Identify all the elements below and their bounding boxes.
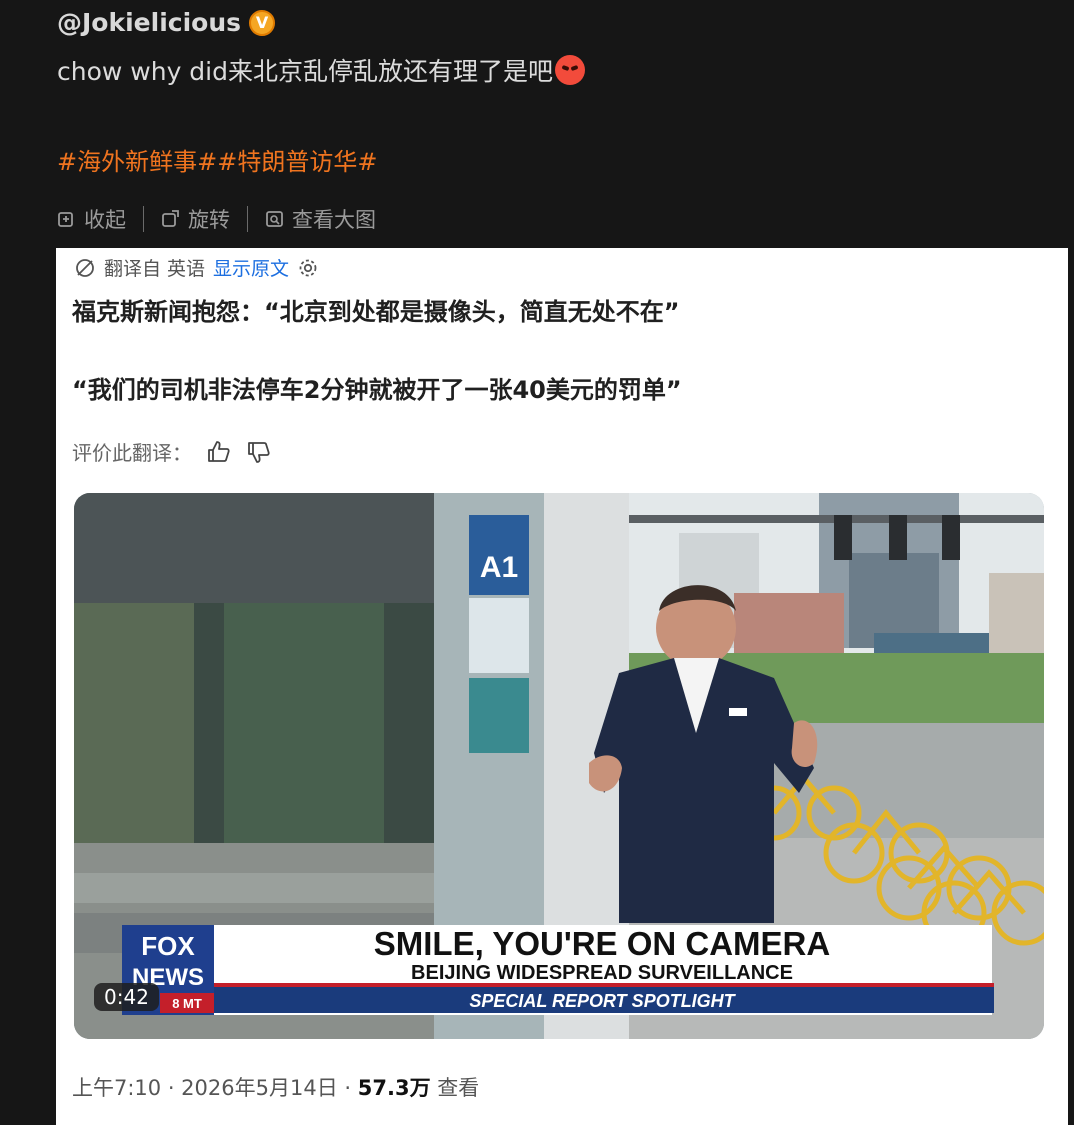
rotate-label: 旋转 — [188, 208, 230, 232]
post-body: chow why did来北京乱停乱放还有理了是吧 — [57, 52, 585, 88]
verified-badge-icon: V — [249, 9, 276, 36]
rate-translation: 评价此翻译： — [72, 437, 272, 466]
view-large-button[interactable]: 查看大图 — [265, 204, 376, 234]
video-frame: A1 FOX NEWS 8 MT SMILE, YOU'RE ON CAMERA… — [74, 493, 1044, 1039]
translation-bar: 翻译自 英语 显示原文 — [74, 254, 319, 281]
translated-line-2: “我们的司机非法停车2分钟就被开了一张40美元的罚单” — [72, 376, 682, 404]
collapse-label: 收起 — [84, 208, 126, 232]
thumbs-up-icon[interactable] — [206, 439, 232, 465]
chyron-segment: SPECIAL REPORT SPOTLIGHT — [469, 991, 736, 1011]
post-author[interactable]: @Jokielicious V — [57, 8, 276, 37]
view-count: 57.3万 — [357, 1076, 431, 1100]
chyron-headline: SMILE, YOU'RE ON CAMERA — [374, 925, 830, 962]
view-label: 查看 — [430, 1076, 480, 1100]
view-large-icon — [266, 211, 283, 227]
rotate-button[interactable]: 旋转 — [161, 204, 230, 234]
rotate-icon — [162, 210, 179, 227]
timestamp-text: 上午7:10 · 2026年5月14日 · — [72, 1076, 358, 1100]
tweet-timestamp: 上午7:10 · 2026年5月14日 · 57.3万 查看 — [72, 1072, 479, 1102]
divider — [143, 206, 144, 232]
hashtag-links[interactable]: #海外新鲜事##特朗普访华# — [57, 142, 377, 177]
translate-icon — [76, 258, 94, 277]
media-actions: 收起 旋转 查看大图 — [57, 204, 376, 234]
translated-tweet-card: 翻译自 英语 显示原文 福克斯新闻抱怨：“北京到处都是摄像头，简直无处不在” “… — [56, 248, 1068, 1125]
time-tag: 8 MT — [172, 996, 202, 1011]
show-original-link[interactable]: 显示原文 — [213, 254, 289, 281]
thumbs-down-icon[interactable] — [246, 439, 272, 465]
angry-face-emoji-icon — [555, 55, 585, 85]
video-player[interactable]: A1 FOX NEWS 8 MT SMILE, YOU'RE ON CAMERA… — [74, 493, 1044, 1039]
chyron-subheadline: BEIJING WIDESPREAD SURVEILLANCE — [411, 962, 793, 984]
view-large-label: 查看大图 — [292, 208, 376, 232]
rate-label: 评价此翻译： — [72, 441, 192, 465]
divider — [247, 206, 248, 232]
collapse-icon — [58, 212, 73, 227]
fox-logo-top: FOX — [141, 931, 195, 961]
station-sign-text: A1 — [480, 551, 518, 584]
translated-from-label: 翻译自 英语 — [104, 258, 206, 280]
translated-line-1: 福克斯新闻抱怨：“北京到处都是摄像头，简直无处不在” — [72, 298, 680, 326]
settings-gear-icon[interactable] — [297, 257, 319, 279]
author-name[interactable]: @Jokielicious — [57, 8, 241, 37]
video-duration: 0:42 — [94, 983, 159, 1011]
collapse-button[interactable]: 收起 — [57, 204, 126, 234]
post-text: chow why did来北京乱停乱放还有理了是吧 — [57, 57, 553, 86]
